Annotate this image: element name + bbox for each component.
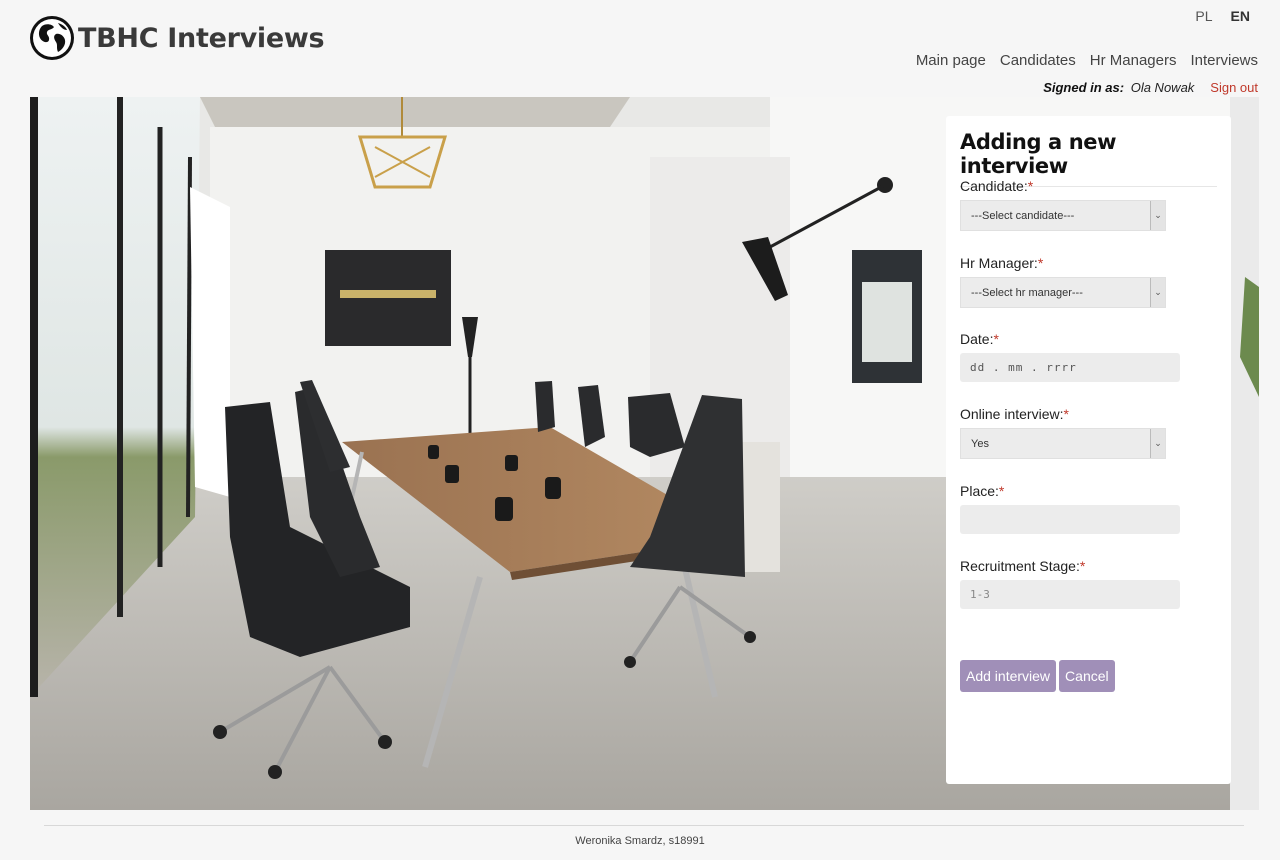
main-nav: Main page Candidates Hr Managers Intervi…: [916, 52, 1258, 69]
candidate-select[interactable]: ---Select candidate--- ⌄: [960, 200, 1166, 231]
nav-main-page[interactable]: Main page: [916, 52, 986, 69]
place-label: Place:*: [960, 483, 1005, 499]
candidate-label: Candidate:*: [960, 178, 1034, 194]
place-field: Place:*: [960, 483, 1180, 534]
footer-text: Weronika Smardz, s18991: [575, 835, 705, 847]
cancel-button[interactable]: Cancel: [1059, 660, 1115, 692]
candidate-field: Candidate:* ---Select candidate--- ⌄: [960, 178, 1166, 231]
hr-manager-select[interactable]: ---Select hr manager--- ⌄: [960, 277, 1166, 308]
chevron-down-icon: ⌄: [1150, 278, 1165, 307]
lang-pl[interactable]: PL: [1195, 8, 1212, 24]
stage-input[interactable]: 1-3: [960, 580, 1180, 609]
footer-divider: [44, 825, 1244, 826]
signed-in-label: Signed in as:: [1043, 80, 1125, 95]
date-input[interactable]: dd . mm . rrrr: [960, 353, 1180, 382]
globe-icon: [30, 16, 74, 60]
hr-manager-field: Hr Manager:* ---Select hr manager--- ⌄: [960, 255, 1166, 308]
online-label: Online interview:*: [960, 406, 1069, 422]
date-label: Date:*: [960, 331, 999, 347]
stage-field: Recruitment Stage:* 1-3: [960, 558, 1180, 609]
nav-hr-managers[interactable]: Hr Managers: [1090, 52, 1177, 69]
language-switcher: PL EN: [1195, 8, 1250, 24]
logo[interactable]: TBHC Interviews: [28, 14, 325, 62]
sign-out-link[interactable]: Sign out: [1210, 80, 1258, 95]
add-interview-form: Adding a new interview Candidate:* ---Se…: [946, 116, 1231, 784]
nav-candidates[interactable]: Candidates: [1000, 52, 1076, 69]
chevron-down-icon: ⌄: [1150, 429, 1165, 458]
form-actions: Add interview Cancel: [960, 660, 1115, 692]
lang-en[interactable]: EN: [1231, 8, 1250, 24]
app-title: TBHC Interviews: [78, 22, 325, 54]
chevron-down-icon: ⌄: [1150, 201, 1165, 230]
place-input[interactable]: [960, 505, 1180, 534]
online-field: Online interview:* Yes ⌄: [960, 406, 1166, 459]
date-field: Date:* dd . mm . rrrr: [960, 331, 1180, 382]
online-select[interactable]: Yes ⌄: [960, 428, 1166, 459]
hr-manager-label: Hr Manager:*: [960, 255, 1044, 271]
stage-label: Recruitment Stage:*: [960, 558, 1086, 574]
signed-in-user: Ola Nowak: [1130, 80, 1195, 95]
add-interview-button[interactable]: Add interview: [960, 660, 1057, 692]
session-bar: Signed in as: Ola Nowak Sign out: [1043, 80, 1258, 95]
nav-interviews[interactable]: Interviews: [1190, 52, 1258, 69]
